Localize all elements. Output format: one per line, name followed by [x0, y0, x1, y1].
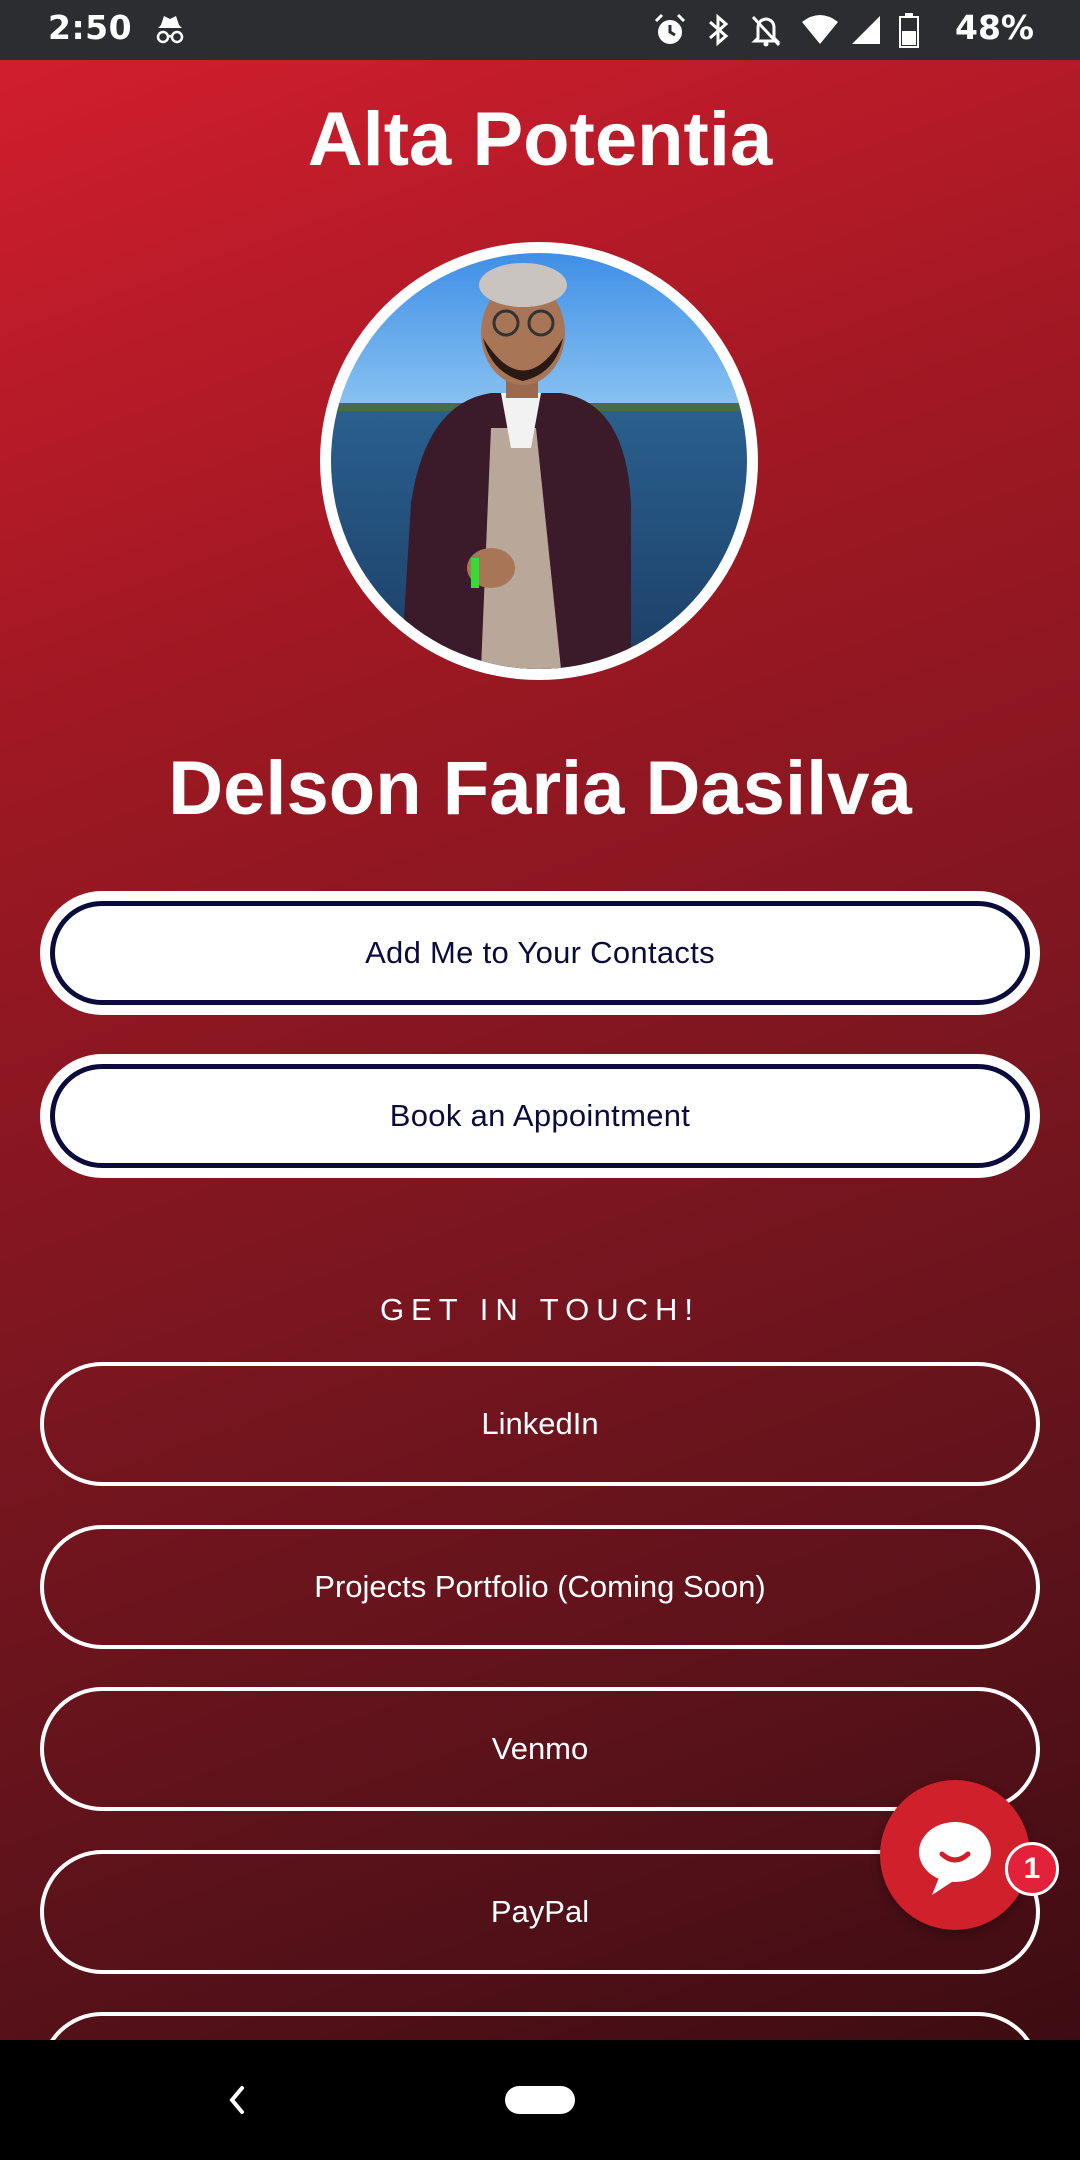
venmo-label: Venmo [491, 1731, 589, 1766]
incognito-icon [152, 12, 188, 53]
projects-portfolio-label: Projects Portfolio (Coming Soon) [314, 1569, 766, 1604]
brand-title: Alta Potentia [307, 97, 773, 182]
next-link-button[interactable] [40, 2012, 1040, 2040]
avatar [331, 253, 747, 669]
wifi-icon [800, 12, 840, 53]
avatar-ring [320, 242, 758, 680]
linkedin-button[interactable]: LinkedIn [40, 1362, 1040, 1486]
profile-name: Delson Faria Dasilva [168, 746, 912, 831]
navigation-bar [0, 2040, 1080, 2160]
alarm-icon [652, 12, 688, 53]
status-time: 2:50 [48, 8, 133, 47]
paypal-label: PayPal [490, 1894, 590, 1929]
home-pill-button[interactable] [505, 2086, 575, 2114]
back-icon[interactable] [222, 2078, 252, 2127]
linkedin-label: LinkedIn [481, 1406, 599, 1441]
book-appointment-button[interactable]: Book an Appointment [40, 1054, 1040, 1178]
profile-page: Alta Potentia Delson Faria Dasilva Add M… [0, 60, 1080, 2040]
get-in-touch-heading: GET IN TOUCH! [379, 1292, 701, 1327]
cellular-icon [848, 12, 884, 53]
status-bar: 2:50 48% [0, 0, 1080, 60]
book-appointment-label: Book an Appointment [389, 1098, 691, 1133]
notifications-off-icon [748, 12, 784, 53]
battery-percentage: 48% [955, 8, 1034, 47]
projects-portfolio-button[interactable]: Projects Portfolio (Coming Soon) [40, 1525, 1040, 1649]
add-to-contacts-button[interactable]: Add Me to Your Contacts [40, 891, 1040, 1015]
add-to-contacts-label: Add Me to Your Contacts [365, 935, 715, 970]
bluetooth-icon [702, 12, 734, 53]
battery-icon [898, 12, 920, 53]
chat-notification-badge: 1 [1005, 1842, 1059, 1896]
